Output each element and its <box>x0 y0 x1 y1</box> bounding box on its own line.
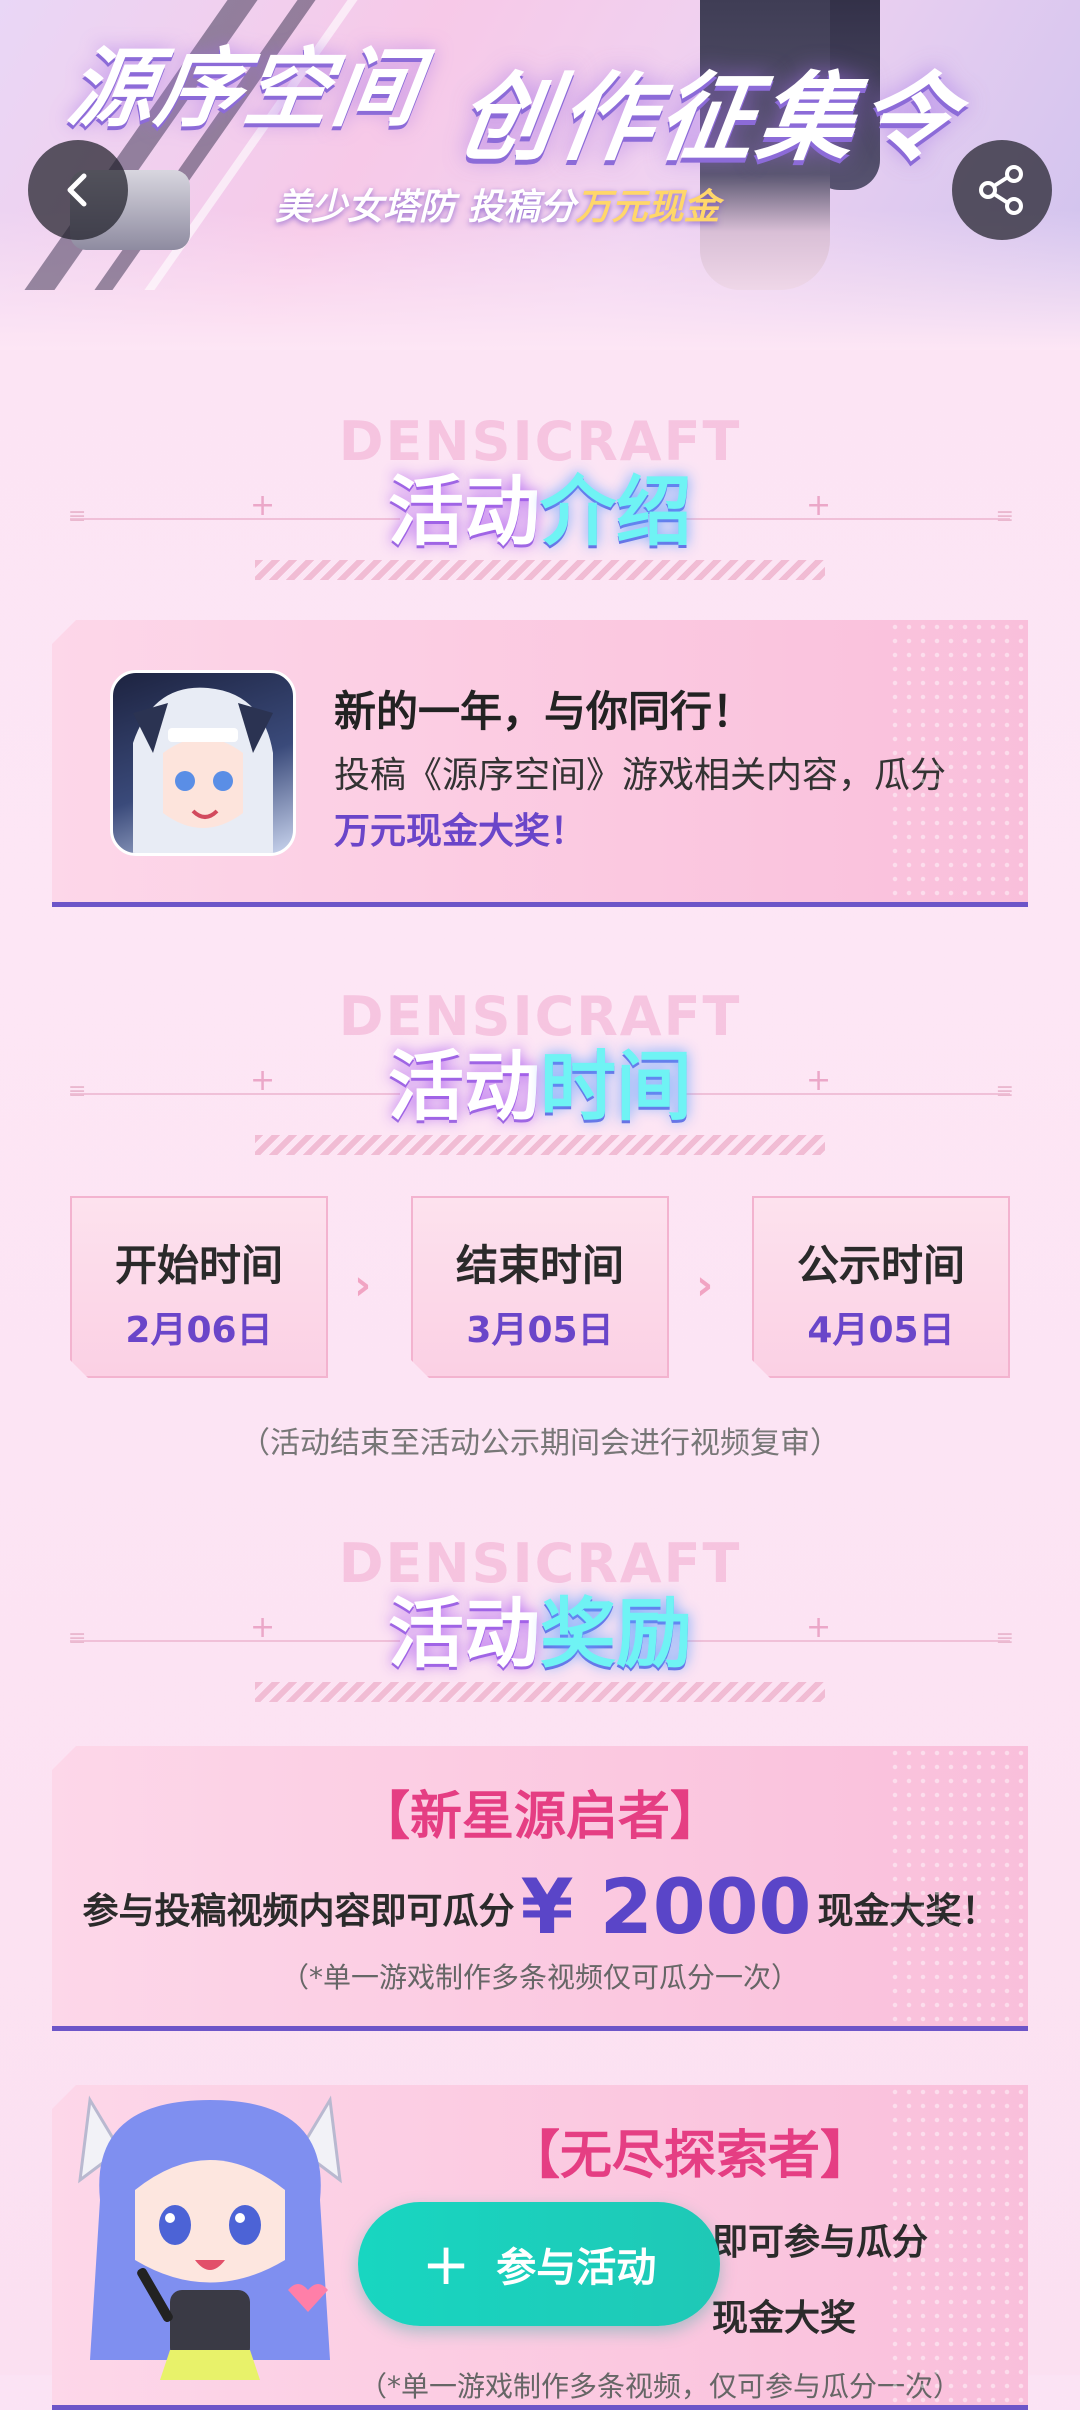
chevron-right-icon: › <box>696 1260 714 1309</box>
join-activity-label: 参与活动 <box>496 2245 657 2291</box>
hero-title-left: 源序空间 <box>61 39 428 139</box>
hero-subtitle-highlight: 万元现金 <box>575 187 720 228</box>
chevron-left-icon <box>67 173 87 207</box>
timeline-date: 4月05日 <box>807 1310 955 1351</box>
hero-subtitle: 美少女塔防 投稿分万元现金 <box>275 178 720 230</box>
section-title: 活动介绍 <box>0 450 1080 560</box>
share-button[interactable] <box>952 140 1052 240</box>
character-portrait-icon <box>133 687 273 853</box>
timeline-end: 结束时间 3月05日 <box>411 1196 669 1378</box>
section-title-part: 活动 <box>388 1589 540 1678</box>
section-title-part: 活动 <box>388 1042 540 1131</box>
hero-banner: 源序空间 创作征集令 美少女塔防 投稿分万元现金 <box>0 0 1080 350</box>
reward-amount: ¥ 2000 <box>520 1862 812 1951</box>
reward-note: （*单一游戏制作多条视频仅可瓜分一次） <box>280 1961 799 1994</box>
timeline-date: 2月06日 <box>125 1310 273 1351</box>
intro-card: 新的一年，与你同行！ 投稿《源序空间》游戏相关内容，瓜分 万元现金大奖！ <box>52 620 1028 907</box>
time-note: （活动结束至活动公示期间会进行视频复审） <box>240 1426 840 1461</box>
reward-line-suffix: 现金大奖！ <box>817 1891 998 1932</box>
intro-highlight: 万元现金大奖！ <box>334 811 587 852</box>
intro-heading: 新的一年，与你同行！ <box>334 687 755 736</box>
section-header-time: DENSICRAFT + + ≡ ≡ 活动时间 <box>0 985 1080 1165</box>
share-icon <box>979 165 1023 215</box>
hero-title-right: 创作征集令 <box>450 62 967 174</box>
timeline-date: 3月05日 <box>466 1310 614 1351</box>
section-header-reward: DENSICRAFT + + ≡ ≡ 活动奖励 <box>0 1532 1080 1712</box>
timeline-start: 开始时间 2月06日 <box>70 1196 328 1378</box>
section-title-part: 活动 <box>388 467 540 556</box>
back-button[interactable] <box>28 140 128 240</box>
plus-icon: + <box>421 2230 471 2298</box>
section-title: 活动时间 <box>0 1025 1080 1135</box>
timeline-label: 开始时间 <box>114 1241 283 1290</box>
section-title-accent: 介绍 <box>540 467 692 556</box>
section-title: 活动奖励 <box>0 1572 1080 1682</box>
chevron-right-icon: › <box>354 1260 372 1309</box>
section-header-intro: DENSICRAFT + + ≡ ≡ 活动介绍 <box>0 410 1080 590</box>
mascot-illustration <box>78 2095 342 2380</box>
intro-body: 投稿《源序空间》游戏相关内容，瓜分 <box>334 755 947 796</box>
timeline-label: 公示时间 <box>796 1241 965 1290</box>
join-activity-button[interactable]: + 参与活动 <box>358 2202 720 2326</box>
game-icon <box>110 670 296 856</box>
reward-line-prefix: 参与投稿视频内容即可瓜分 <box>82 1891 515 1932</box>
reward-title: 【新星源启者】 <box>357 1787 722 1847</box>
hero-subtitle-prefix: 美少女塔防 投稿分 <box>275 187 576 228</box>
section-title-accent: 时间 <box>540 1042 692 1131</box>
hatch-decor <box>255 1682 825 1702</box>
timeline-announce: 公示时间 4月05日 <box>752 1196 1010 1378</box>
reward-line: 参与投稿视频内容即可瓜分¥ 2000 现金大奖！ <box>52 1862 1028 1951</box>
timeline-label: 结束时间 <box>455 1241 624 1290</box>
section-title-accent: 奖励 <box>540 1589 692 1678</box>
reward-card-newstar: 【新星源启者】 参与投稿视频内容即可瓜分¥ 2000 现金大奖！ （*单一游戏制作… <box>52 1746 1028 2031</box>
hatch-decor <box>255 1135 825 1155</box>
hatch-decor <box>255 560 825 580</box>
